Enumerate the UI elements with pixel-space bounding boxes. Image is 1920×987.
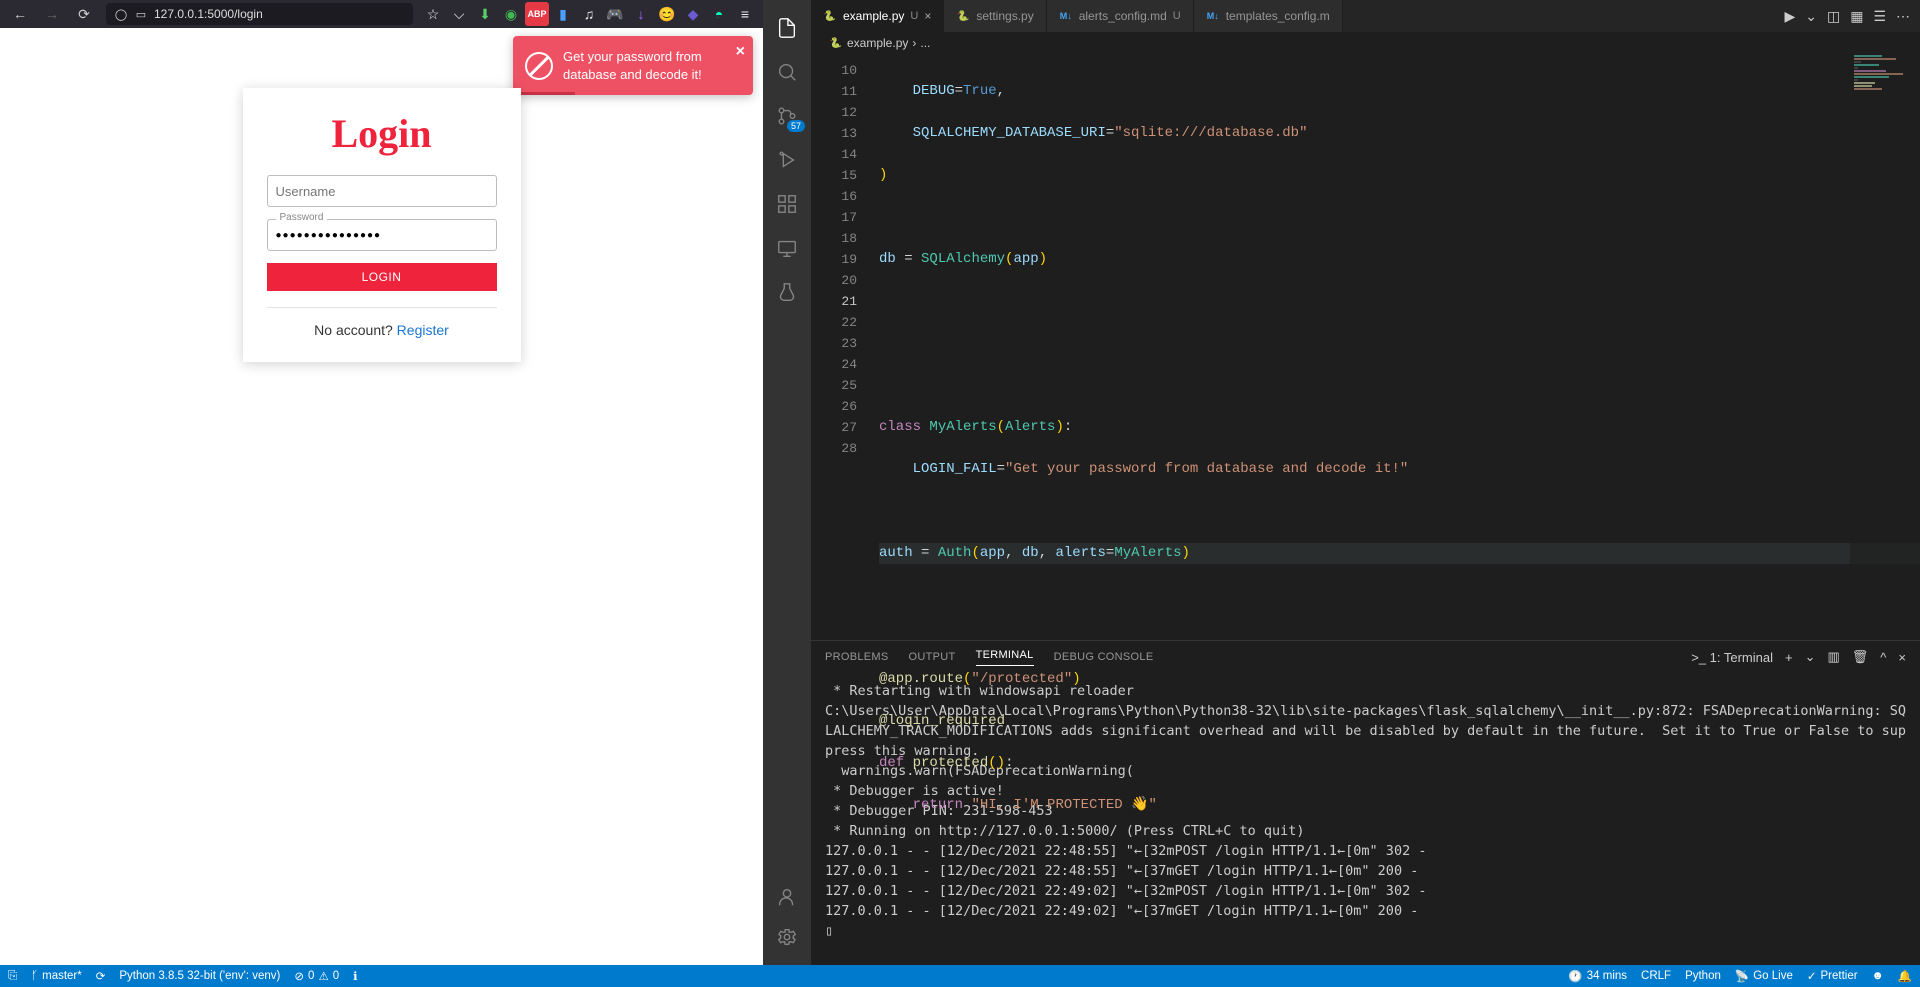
tab-modified: U — [910, 10, 918, 22]
python-icon: 🐍 — [823, 9, 837, 23]
code-content[interactable]: DEBUG=True, SQLALCHEMY_DATABASE_URI="sql… — [869, 54, 1920, 640]
breadcrumb-file: example.py — [847, 36, 908, 50]
username-field-wrapper — [267, 175, 497, 207]
python-icon: 🐍 — [829, 36, 843, 50]
status-extra[interactable]: ℹ — [353, 969, 357, 983]
ext-icon-6[interactable]: 😊 — [655, 2, 679, 26]
menu-icon[interactable]: ≡ — [733, 2, 757, 26]
login-button[interactable]: LOGIN — [267, 263, 497, 291]
formatter[interactable]: ✓ Prettier — [1807, 969, 1858, 983]
source-control-icon[interactable]: 57 — [763, 96, 811, 136]
error-toast: × Get your password from database and de… — [513, 36, 753, 95]
time-tracker[interactable]: 🕐 34 mins — [1568, 969, 1627, 983]
run-dropdown-icon[interactable]: ⌄ — [1805, 8, 1817, 25]
page-icon: ▭ — [134, 7, 148, 21]
tab-templates-config[interactable]: M↓ templates_config.m — [1194, 0, 1343, 32]
tab-label: alerts_config.md — [1079, 9, 1167, 23]
testing-icon[interactable] — [763, 272, 811, 312]
ext-icon-3[interactable]: ♫ — [577, 2, 601, 26]
markdown-icon: M↓ — [1059, 9, 1073, 23]
sync-icon[interactable]: ⟳ — [96, 969, 106, 983]
back-button[interactable]: ← — [6, 2, 34, 26]
divider — [267, 307, 497, 308]
sidebar-icon[interactable]: ☰ — [1873, 8, 1886, 25]
explorer-icon[interactable] — [763, 8, 811, 48]
vscode-panel: 57 🐍 example.py U × — [763, 0, 1920, 965]
run-icon[interactable]: ▶ — [1784, 8, 1795, 25]
ext-icon-2[interactable]: ▮ — [551, 2, 575, 26]
toolbar-extensions: ☆ ⌵ ⬇ ◉ ABP ▮ ♫ 🎮 ↓ 😊 ◆ ◓ ≡ — [421, 2, 757, 26]
password-input[interactable] — [276, 230, 488, 241]
problems-count[interactable]: ⊘ 0 ⚠ 0 — [294, 969, 339, 983]
account-icon[interactable] — [763, 877, 811, 917]
python-icon: 🐍 — [956, 9, 970, 23]
ext-icon-1[interactable]: ◉ — [499, 2, 523, 26]
remote-indicator[interactable]: ⎘ — [8, 970, 17, 983]
more-icon[interactable]: ⋯ — [1896, 8, 1910, 25]
url-text: 127.0.0.1:5000/login — [154, 7, 263, 21]
tab-close-icon[interactable]: × — [924, 9, 931, 23]
login-title: Login — [267, 110, 497, 157]
split-icon[interactable]: ◫ — [1827, 8, 1840, 25]
scm-badge: 57 — [787, 120, 805, 132]
password-label: Password — [276, 212, 328, 223]
password-field-wrapper: Password — [267, 219, 497, 251]
ext-icon-4[interactable]: 🎮 — [603, 2, 627, 26]
debug-icon[interactable] — [763, 140, 811, 180]
python-interpreter[interactable]: Python 3.8.5 32-bit ('env': venv) — [119, 970, 280, 982]
extensions-icon[interactable] — [763, 184, 811, 224]
register-line: No account? Register — [267, 322, 497, 338]
ext-icon-8[interactable]: ◓ — [707, 2, 731, 26]
forward-button[interactable]: → — [38, 2, 66, 26]
url-bar[interactable]: ◯ ▭ 127.0.0.1:5000/login — [106, 3, 413, 25]
line-gutter: 10111213141516171819202122232425262728 — [811, 54, 869, 640]
remote-icon[interactable] — [763, 228, 811, 268]
search-icon[interactable] — [763, 52, 811, 92]
toast-message: Get your password from database and deco… — [563, 49, 702, 82]
login-card: Login Password LOGIN No account? Registe… — [243, 88, 521, 362]
language-mode[interactable]: Python — [1685, 970, 1721, 982]
go-live[interactable]: 📡 Go Live — [1735, 969, 1793, 983]
eol-indicator[interactable]: CRLF — [1641, 970, 1671, 982]
tab-label: example.py — [843, 9, 904, 23]
pocket-icon[interactable]: ⌵ — [447, 2, 471, 26]
browser-content: × Get your password from database and de… — [0, 28, 763, 965]
status-bar: ⎘ ᚶ master* ⟳ Python 3.8.5 32-bit ('env'… — [0, 965, 1920, 987]
bookmark-star-icon[interactable]: ☆ — [421, 2, 445, 26]
activity-bar: 57 — [763, 0, 811, 965]
tab-modified: U — [1173, 10, 1181, 22]
no-account-text: No account? — [314, 322, 397, 338]
toast-close-button[interactable]: × — [736, 41, 745, 63]
abp-icon[interactable]: ABP — [525, 2, 549, 26]
breadcrumb[interactable]: 🐍 example.py › ... — [811, 32, 1920, 54]
browser-toolbar: ← → ⟳ ◯ ▭ 127.0.0.1:5000/login ☆ ⌵ ⬇ ◉ A… — [0, 0, 763, 28]
register-link[interactable]: Register — [397, 322, 449, 338]
breadcrumb-sep: › — [912, 36, 916, 50]
username-input[interactable] — [276, 184, 488, 199]
layout-icon[interactable]: ▦ — [1850, 8, 1863, 25]
ext-icon-5[interactable]: ↓ — [629, 2, 653, 26]
tab-label: settings.py — [976, 9, 1033, 23]
editor[interactable]: 10111213141516171819202122232425262728 D… — [811, 54, 1920, 640]
tab-label: templates_config.m — [1226, 9, 1330, 23]
tabs-actions: ▶ ⌄ ◫ ▦ ☰ ⋯ — [1784, 8, 1920, 25]
breadcrumb-rest: ... — [920, 36, 930, 50]
tabs-bar: 🐍 example.py U × 🐍 settings.py M↓ alerts… — [811, 0, 1920, 32]
settings-icon[interactable] — [763, 917, 811, 957]
browser-panel: ← → ⟳ ◯ ▭ 127.0.0.1:5000/login ☆ ⌵ ⬇ ◉ A… — [0, 0, 763, 965]
git-branch[interactable]: ᚶ master* — [31, 970, 82, 982]
ext-icon-7[interactable]: ◆ — [681, 2, 705, 26]
markdown-icon: M↓ — [1206, 9, 1220, 23]
tab-settings[interactable]: 🐍 settings.py — [944, 0, 1046, 32]
reload-button[interactable]: ⟳ — [70, 2, 98, 26]
tab-alerts-config[interactable]: M↓ alerts_config.md U — [1047, 0, 1194, 32]
tab-example[interactable]: 🐍 example.py U × — [811, 0, 944, 32]
feedback-icon[interactable]: ☻ — [1872, 970, 1884, 982]
shield-icon: ◯ — [114, 7, 128, 21]
minimap[interactable] — [1850, 54, 1920, 640]
notifications-icon[interactable]: 🔔 — [1898, 969, 1912, 983]
downloads-icon[interactable]: ⬇ — [473, 2, 497, 26]
toast-error-icon — [525, 52, 553, 80]
